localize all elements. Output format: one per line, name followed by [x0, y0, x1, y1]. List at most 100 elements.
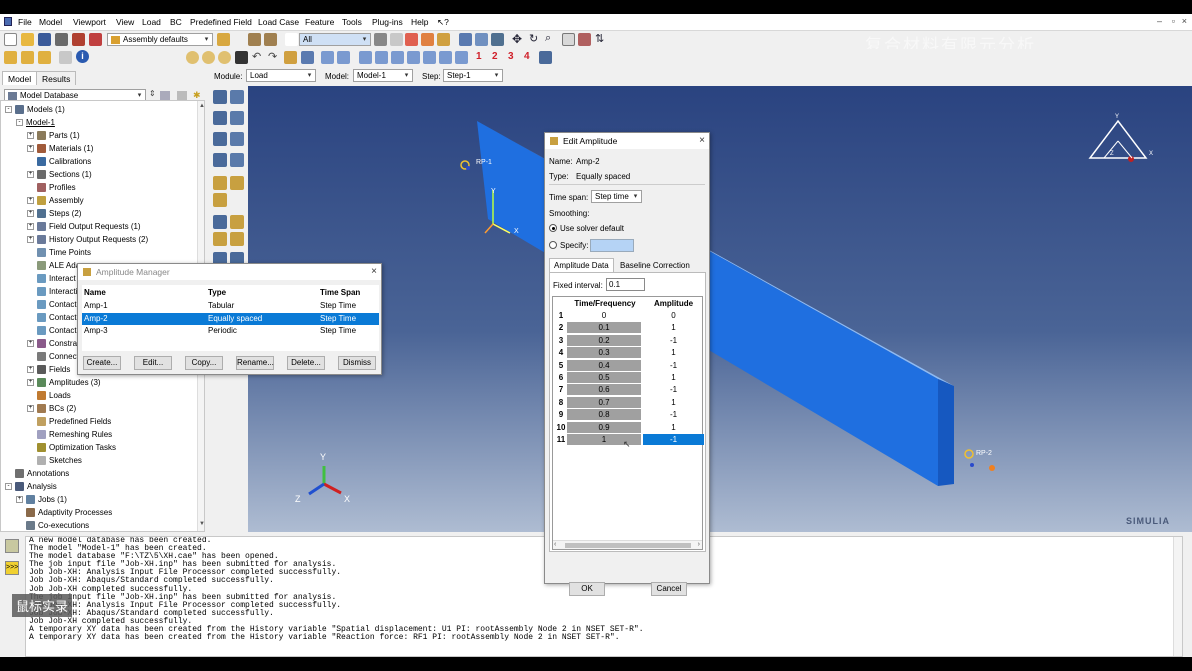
cell-amplitude[interactable]: 1 — [643, 397, 704, 408]
menu-context-help[interactable]: ↖? — [437, 17, 449, 28]
edit-amplitude-title-bar[interactable]: Edit Amplitude × — [545, 133, 709, 149]
tree-item[interactable]: + Jobs (1) — [16, 494, 67, 506]
collapse-icon[interactable]: - — [5, 483, 12, 491]
tree-item[interactable]: - Analysis — [5, 481, 57, 493]
expand-icon[interactable]: + — [27, 379, 34, 387]
field-manager-icon[interactable] — [230, 132, 244, 146]
cycle-views-icon[interactable]: ⇅ — [595, 32, 604, 45]
cell-time-frequency[interactable]: 0.5 — [567, 372, 641, 383]
collapse-icon[interactable]: - — [16, 119, 23, 127]
tree-item[interactable]: Interact — [27, 273, 76, 285]
module-combo[interactable]: Load ▾ — [246, 69, 316, 82]
cell-time-frequency[interactable]: 0.9 — [567, 421, 641, 433]
menu-model[interactable]: Model — [39, 17, 62, 27]
view-2-button[interactable]: 2 — [492, 51, 498, 62]
cell-amplitude[interactable]: -1 — [643, 434, 704, 445]
copy-button[interactable]: Copy... — [185, 356, 223, 370]
tree-item[interactable]: + Fields — [27, 364, 70, 376]
menu-help[interactable]: Help — [411, 17, 428, 27]
macro-icon[interactable] — [89, 33, 102, 46]
table-row[interactable]: 7 0.6 -1 — [553, 384, 703, 396]
expand-icon[interactable]: + — [27, 405, 34, 413]
dismiss-button[interactable]: Dismiss — [338, 356, 376, 370]
message-area-icon[interactable] — [5, 539, 19, 553]
tree-item[interactable]: Sketches — [27, 455, 82, 467]
select-rect-icon[interactable] — [405, 33, 418, 46]
cell-amplitude[interactable]: -1 — [643, 384, 704, 395]
expand-icon[interactable]: + — [27, 145, 34, 153]
view-bottom-icon[interactable] — [375, 51, 388, 64]
case-manager-icon[interactable] — [230, 153, 244, 167]
tree-item[interactable]: + Amplitudes (3) — [27, 377, 101, 389]
sphere-icon[interactable] — [186, 51, 199, 64]
table-row[interactable]: 5 0.4 -1 — [553, 359, 703, 372]
expand-icon[interactable]: + — [27, 171, 34, 179]
step-combo[interactable]: Step-1 ▾ — [443, 69, 503, 82]
close-icon[interactable]: × — [699, 135, 705, 146]
table-row[interactable]: 3 0.2 -1 — [553, 334, 704, 347]
close-icon[interactable]: × — [1182, 16, 1187, 26]
view-right-icon[interactable] — [407, 51, 420, 64]
select-poly-icon[interactable] — [421, 33, 434, 46]
scroll-thumb[interactable] — [565, 543, 691, 548]
tree-item[interactable]: + Field Output Requests (1) — [27, 221, 141, 233]
collapse-icon[interactable]: - — [5, 106, 12, 114]
magnify-icon[interactable]: ⌕ — [545, 32, 551, 45]
cell-time-frequency[interactable]: 0.3 — [567, 347, 641, 359]
updown-icon[interactable]: ⇕ — [149, 89, 156, 98]
tree-item[interactable]: + History Output Requests (2) — [27, 234, 148, 246]
tree-item[interactable]: + Assembly — [27, 195, 84, 207]
view-front-icon[interactable] — [321, 51, 334, 64]
undo-icon[interactable]: ↶ — [252, 50, 261, 63]
rename-button[interactable]: Rename... — [236, 356, 274, 370]
field-create-icon[interactable] — [213, 132, 227, 146]
tree-item[interactable]: Time Points — [27, 247, 91, 259]
cancel-button[interactable]: Cancel — [651, 582, 687, 596]
tree-item[interactable]: Contact — [27, 299, 77, 311]
datum-icon[interactable] — [284, 51, 297, 64]
tree-item[interactable]: + Materials (1) — [27, 143, 93, 155]
table-row[interactable]: 4 0.3 1 — [553, 347, 703, 359]
expand-icon[interactable]: + — [27, 366, 34, 374]
view-back-icon[interactable] — [337, 51, 350, 64]
cell-amplitude[interactable]: -1 — [643, 409, 704, 420]
box-zoom-icon[interactable] — [562, 33, 575, 46]
table-hscrollbar[interactable]: ‹ › — [553, 540, 702, 549]
cell-amplitude[interactable]: -1 — [643, 335, 704, 346]
restore-icon[interactable]: ▫ — [1172, 16, 1175, 26]
amplitude-manager-icon[interactable] — [230, 176, 244, 190]
menu-file[interactable]: File — [18, 17, 32, 27]
amplitude-manager-title-bar[interactable]: Amplitude Manager × — [78, 264, 381, 280]
cell-time-frequency[interactable]: 0.2 — [567, 334, 641, 346]
cell-amplitude[interactable]: 1 — [643, 422, 704, 433]
table-row[interactable]: 2 0.1 1 — [553, 322, 703, 334]
edit-button[interactable]: Edit... — [134, 356, 172, 370]
query-icon[interactable] — [248, 33, 261, 46]
filter-icon[interactable] — [374, 33, 387, 46]
new-icon[interactable] — [4, 33, 17, 46]
ok-button[interactable]: OK — [569, 582, 605, 596]
bc-manager-icon[interactable] — [230, 111, 244, 125]
part-icon[interactable] — [4, 51, 17, 64]
python-console-icon[interactable]: >>> — [5, 561, 19, 575]
open-icon[interactable] — [21, 33, 34, 46]
tree-item[interactable]: Remeshing Rules — [27, 429, 112, 441]
scroll-left-icon[interactable]: ‹ — [554, 541, 556, 548]
sphere-3-icon[interactable] — [218, 51, 231, 64]
view-top-icon[interactable] — [359, 51, 372, 64]
select-box-icon[interactable] — [390, 33, 403, 46]
expand-icon[interactable]: + — [27, 340, 34, 348]
tree-item[interactable]: + Parts (1) — [27, 130, 80, 142]
tree-item[interactable]: + Sections (1) — [27, 169, 92, 181]
cell-amplitude[interactable]: 1 — [643, 322, 704, 333]
view-3-button[interactable]: 3 — [508, 51, 514, 62]
tree-item[interactable]: Adaptivity Processes — [16, 507, 112, 519]
tab-baseline-correction[interactable]: Baseline Correction — [616, 259, 694, 272]
cell-amplitude[interactable]: 1 — [643, 347, 704, 358]
table-row[interactable]: 10 0.9 1 — [553, 421, 704, 434]
translate-icon[interactable] — [59, 51, 72, 64]
delete-button[interactable]: Delete... — [287, 356, 325, 370]
time-span-combo[interactable]: Step time ▾ — [591, 190, 642, 203]
cell-time-frequency[interactable]: 0 — [567, 310, 641, 321]
menu-bc[interactable]: BC — [170, 17, 182, 27]
